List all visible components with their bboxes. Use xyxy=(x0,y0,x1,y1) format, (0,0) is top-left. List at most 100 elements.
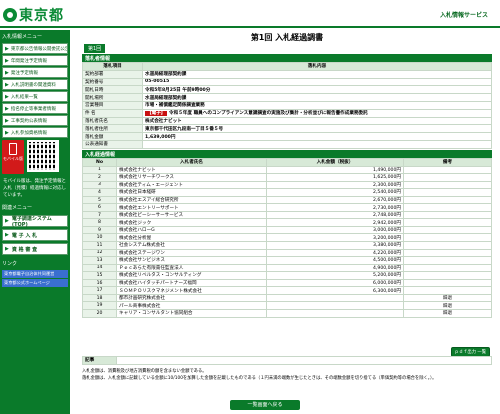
bidder-name: 株式会社エントリーサポート xyxy=(116,203,267,212)
bid-header-no: No xyxy=(82,157,117,167)
bid-remark xyxy=(403,210,492,220)
notes-table: 記事 xyxy=(82,356,492,365)
bid-amount: 2,748,000円 xyxy=(266,210,404,220)
mobile-box: モバイル版 xyxy=(2,140,68,174)
sidebar-menu-item[interactable]: ▶ 指名停止等事業者情報 xyxy=(2,103,68,114)
table-row: 12 株式会社ステージワン 4,220,000円 xyxy=(82,248,492,258)
sidebar-menu-item[interactable]: ▶ 工事契約公表情報 xyxy=(2,115,68,126)
logo-text: 東京都 xyxy=(19,8,64,24)
bids-table: No 入札者氏名 入札金額（税抜） 備考 1 株式会社ナビット 1,490,000円… xyxy=(82,157,492,318)
system-name[interactable]: 入札情報サービス xyxy=(440,10,488,19)
sidebar-menu-item-label: 入札説明書の関連資料 xyxy=(10,82,56,88)
bid-no: 1 xyxy=(82,165,117,175)
table-row: 9 株式会社ハローG 3,000,000円 xyxy=(82,225,492,235)
bid-no: 16 xyxy=(82,278,117,288)
bid-remark: 辞退 xyxy=(403,293,492,303)
info-row-label: 契約部署 xyxy=(82,69,143,79)
subject-row: 件 名 【電子】 令和５年度 職員へのコンプライアンス意識調査の実施及び集計・分… xyxy=(82,108,492,118)
tokyo-emblem-icon xyxy=(3,8,17,22)
table-row: 16 株式会社ハイタッチパートナーズ福岡 6,000,000円 xyxy=(82,278,492,288)
sidebar-menu-item[interactable]: ▶ 入札参加資格情報 xyxy=(2,127,68,138)
sidebar-menu-item[interactable]: ▶ 入札結果一覧 xyxy=(2,91,68,102)
bidder-name: 株式会社ハイタッチパートナーズ福岡 xyxy=(116,278,267,288)
bid-no: 4 xyxy=(82,188,117,197)
sidebar-related-item[interactable]: ▶ 電子調達システム(TOP) xyxy=(2,215,68,228)
table-row: 2 株式会社リサーチワークス 1,625,000円 xyxy=(82,173,492,182)
info-row-value: 水道局経理部契約課 xyxy=(142,93,492,102)
arrow-right-icon: ▶ xyxy=(5,93,9,100)
sidebar-menu-item-label: 入札参加資格情報 xyxy=(10,130,47,136)
table-row: 14 Ｐｅｃあらた有限責任監査法人 4,900,000円 xyxy=(82,263,492,273)
page-header: 東京都 入札情報サービス xyxy=(0,0,500,28)
table-row: 4 株式会社日本経研 2,540,000円 xyxy=(82,188,492,197)
bid-no: 8 xyxy=(82,218,117,227)
sidebar: 入札情報メニュー ▶ 東京都公告情報公開委託公告 ▶ 年間発注予定情報 ▶ 発注予定情報 ▶… xyxy=(0,30,70,414)
sidebar-menu-item[interactable]: ▶ 東京都公告情報公開委託公告 xyxy=(2,43,68,54)
mobile-button[interactable]: モバイル版 xyxy=(2,140,24,174)
bid-no: 10 xyxy=(82,233,117,243)
bid-no: 14 xyxy=(82,263,117,273)
bid-remark: 辞退 xyxy=(403,308,492,318)
bid-header-name: 入札者氏名 xyxy=(116,157,267,167)
sidebar-external-link[interactable]: 東京都電子自治体共同運営 xyxy=(2,270,68,278)
bid-amount xyxy=(266,308,404,318)
winner-row: 落札金額 1,639,000円 xyxy=(82,132,492,141)
arrow-right-icon: ▶ xyxy=(5,246,9,252)
bid-remark xyxy=(403,195,492,205)
sidebar-menu-item-label: 東京都公告情報公開委託公告 xyxy=(10,46,68,52)
sidebar-menu-item[interactable]: ▶ 年間発注予定情報 xyxy=(2,55,68,66)
bid-remark xyxy=(403,180,492,190)
bid-no: 6 xyxy=(82,203,117,212)
bidder-name: 株式会社リサーチワークス xyxy=(116,173,267,182)
bid-amount xyxy=(266,293,404,303)
info-row-label: 営業種目 xyxy=(82,100,143,110)
bidder-name: 株式会社ティム・エージェント xyxy=(116,180,267,190)
bidder-name: 株式会社ステージワン xyxy=(116,248,267,258)
bid-remark xyxy=(403,248,492,258)
bid-no: 19 xyxy=(82,301,117,310)
arrow-right-icon: ▶ xyxy=(5,45,9,52)
bids-section-header: 入札経過情報 xyxy=(82,149,492,158)
bid-amount: 1,490,000円 xyxy=(266,165,404,175)
bid-amount: 2,670,000円 xyxy=(266,195,404,205)
winner-info-table: 落札項目 落札内容 契約部署 水道局経理部契約課 契約番号 05-00515 開札日時令… xyxy=(82,62,492,149)
bidder-name: 株式会社エスアイ総合研究所 xyxy=(116,195,267,205)
info-row-value: 市場・補償鑑定関係調査業務 xyxy=(142,100,492,110)
table-row: 8 株式会社ジック 2,942,000円 xyxy=(82,218,492,227)
round-tab: 第1回 xyxy=(84,44,106,53)
bid-remark xyxy=(403,233,492,243)
bid-remark xyxy=(403,256,492,265)
subject-cell: 【電子】 令和５年度 職員へのコンプライアンス意識調査の実施及び集計・分析並びに… xyxy=(142,108,492,118)
table-row: 6 株式会社エントリーサポート 2,730,000円 xyxy=(82,203,492,212)
winner-row-label: 落札者住所 xyxy=(82,124,143,134)
table-row: 3 株式会社ティム・エージェント 2,300,000円 xyxy=(82,180,492,190)
sidebar-menu-item[interactable]: ▶ 発注予定情報 xyxy=(2,67,68,78)
bid-no: 5 xyxy=(82,195,117,205)
table-row: 17 ＳＯＭＰＯリスクマネジメント株式会社 6,300,000円 xyxy=(82,286,492,295)
sidebar-menu-item[interactable]: ▶ 入札説明書の関連資料 xyxy=(2,79,68,90)
back-to-list-button[interactable]: 一覧画面へ戻る xyxy=(230,400,300,410)
winner-row-label: 落札金額 xyxy=(82,132,143,141)
bid-no: 15 xyxy=(82,271,117,280)
bid-no: 9 xyxy=(82,225,117,235)
bidder-name: 株式会社サンビジネス xyxy=(116,256,267,265)
bid-no: 7 xyxy=(82,210,117,220)
info-row-value: 水道局経理部契約課 xyxy=(142,69,492,79)
bid-remark xyxy=(403,278,492,288)
arrow-right-icon: ▶ xyxy=(5,218,9,224)
mobile-label: モバイル版 xyxy=(3,156,23,161)
bid-amount: 5,200,000円 xyxy=(266,271,404,280)
bid-remark xyxy=(403,165,492,175)
winner-row-value: 株式会社ナビット xyxy=(142,116,492,126)
sidebar-related-item[interactable]: ▶ 資 格 審 査 xyxy=(2,243,68,255)
winner-row: 落札者氏名 株式会社ナビット xyxy=(82,116,492,126)
tokyo-logo[interactable]: 東京都 xyxy=(3,5,64,25)
info-row-value: 05-00515 xyxy=(142,77,492,87)
info-row: 営業種目 市場・補償鑑定関係調査業務 xyxy=(82,100,492,110)
sidebar-external-link[interactable]: 東京都公式ホームページ xyxy=(2,279,68,287)
bid-amount xyxy=(266,301,404,310)
table-row: 11 社会システム株式会社 3,380,000円 xyxy=(82,241,492,250)
table-row: 19 パール商事株式会社 辞退 xyxy=(82,301,492,310)
sidebar-related-item[interactable]: ▶ 電 子 入 札 xyxy=(2,229,68,241)
bid-amount: 4,500,000円 xyxy=(266,256,404,265)
